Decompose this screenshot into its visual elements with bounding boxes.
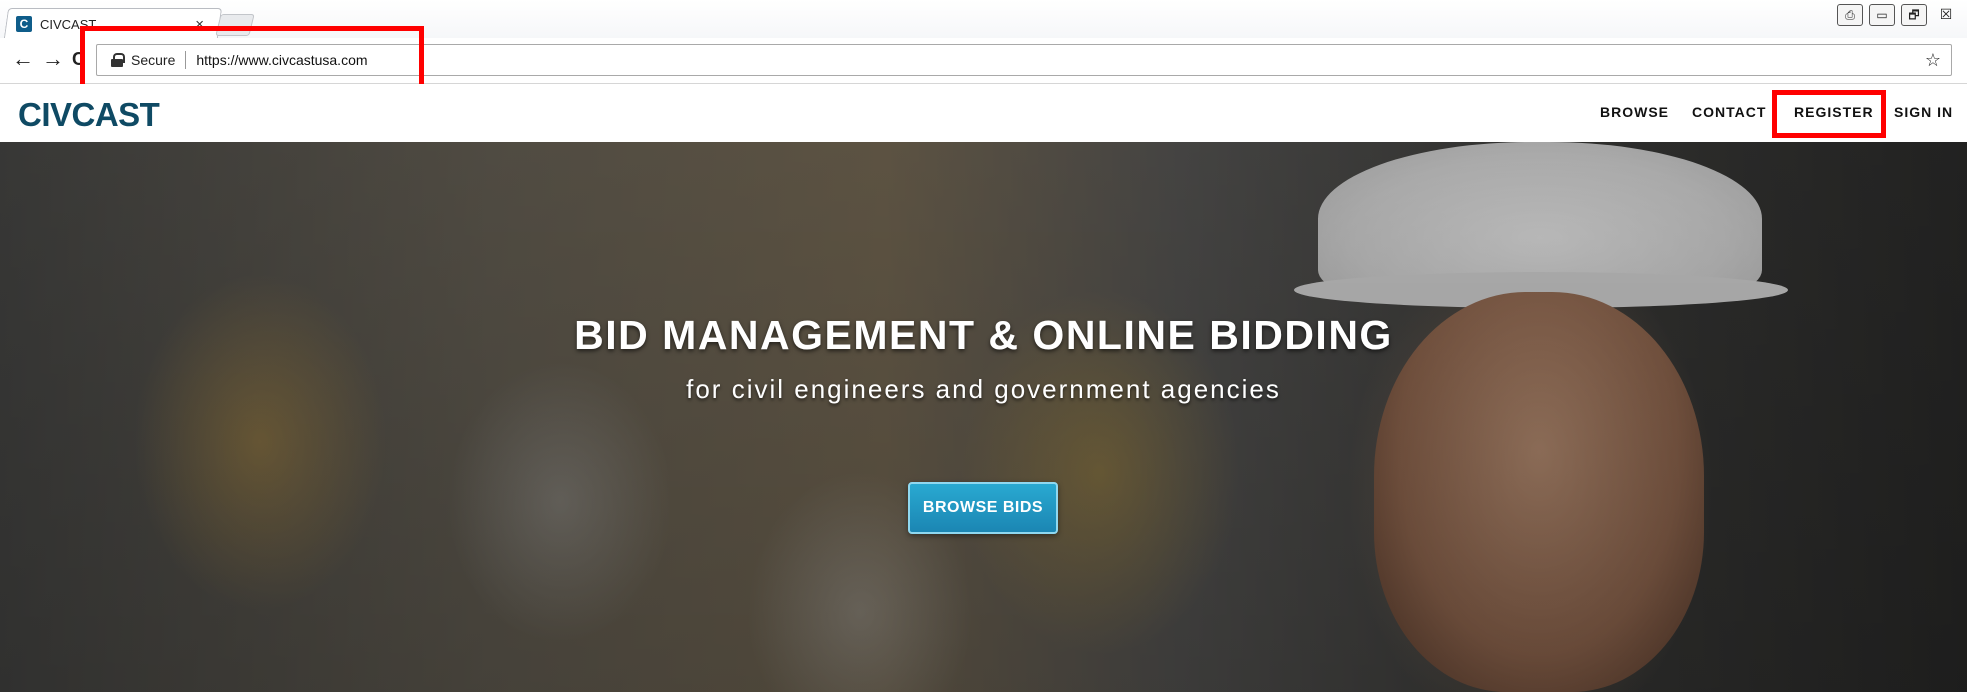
star-icon[interactable]: ☆ xyxy=(1925,50,1941,71)
nav-browse-link[interactable]: BROWSE xyxy=(1600,104,1669,120)
profile-icon[interactable]: ⎙ xyxy=(1837,4,1863,26)
close-window-icon[interactable]: ☒ xyxy=(1933,4,1959,26)
forward-arrow-icon[interactable]: → xyxy=(42,48,64,70)
restore-icon[interactable]: 🗗 xyxy=(1901,4,1927,26)
civcast-logo[interactable]: CIVCAST xyxy=(18,96,160,134)
minimize-icon[interactable]: ▭ xyxy=(1869,4,1895,26)
hero-subtitle: for civil engineers and government agenc… xyxy=(686,374,1281,404)
register-highlight-box xyxy=(1772,90,1886,138)
civcast-favicon-icon: C xyxy=(16,16,32,32)
hero-banner: BID MANAGEMENT & ONLINE BIDDING for civi… xyxy=(0,142,1967,692)
hero-title: BID MANAGEMENT & ONLINE BIDDING xyxy=(574,312,1393,358)
site-header: CIVCAST BROWSE CONTACT REGISTER SIGN IN xyxy=(0,84,1967,142)
nav-contact-link[interactable]: CONTACT xyxy=(1692,104,1766,120)
back-arrow-icon[interactable]: ← xyxy=(12,48,34,70)
hero-overlay xyxy=(0,142,1967,692)
browse-bids-button[interactable]: BROWSE BIDS xyxy=(908,482,1058,534)
nav-sign-in-link[interactable]: SIGN IN xyxy=(1894,104,1953,120)
window-controls: ⎙ ▭ 🗗 ☒ xyxy=(1837,4,1959,26)
url-text[interactable]: https://www.civcastusa.com xyxy=(196,52,1925,68)
